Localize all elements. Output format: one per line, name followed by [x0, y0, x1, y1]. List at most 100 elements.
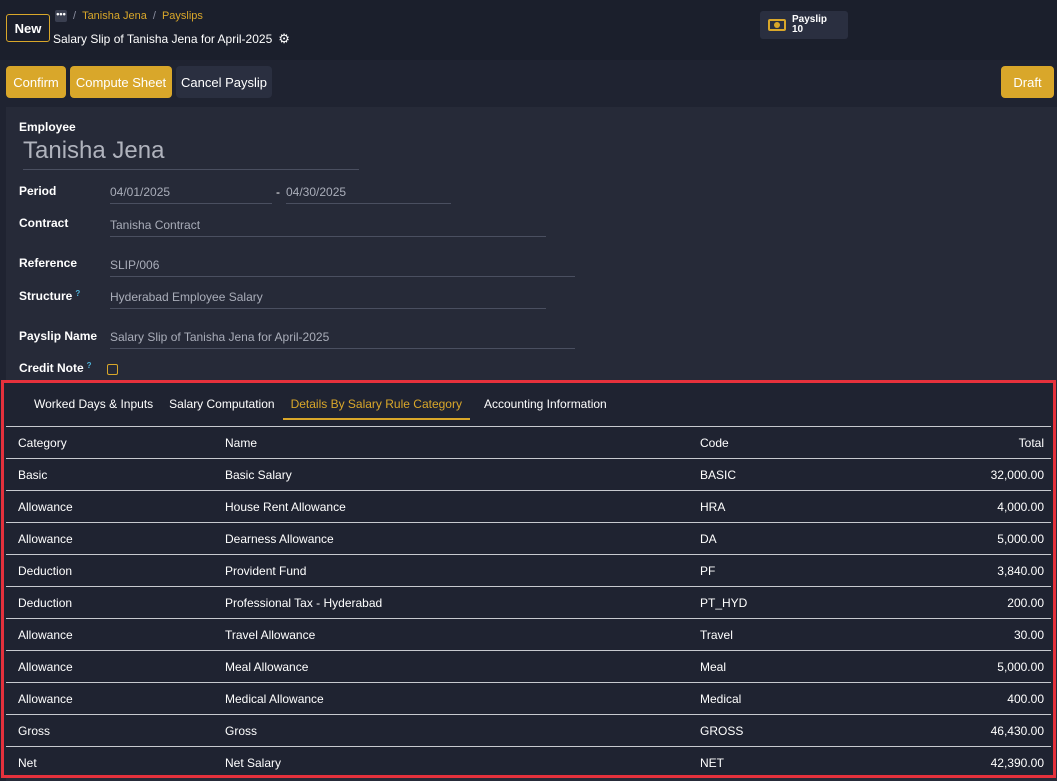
control-panel: New ••• / Tanisha Jena / Payslips Salary… — [0, 0, 1057, 60]
breadcrumb-payslips-link[interactable]: Payslips — [162, 10, 203, 22]
table-row[interactable]: Allowance Travel Allowance Travel 30.00 — [6, 618, 1051, 651]
period-label: Period — [19, 184, 57, 198]
table-row[interactable]: Net Net Salary NET 42,390.00 — [6, 746, 1051, 779]
employee-field[interactable]: Tanisha Jena — [23, 137, 359, 170]
cell-name: Provident Fund — [213, 554, 688, 587]
payslip-name-label: Payslip Name — [19, 329, 98, 343]
structure-label-text: Structure — [19, 289, 73, 303]
cell-total: 200.00 — [948, 586, 1051, 619]
payslip-smart-button[interactable]: Payslip 10 — [760, 11, 848, 39]
contract-label: Contract — [19, 216, 69, 230]
column-header-total[interactable]: Total — [948, 426, 1051, 459]
cell-total: 42,390.00 — [948, 746, 1051, 779]
breadcrumb-separator: / — [73, 10, 77, 22]
table-header-row: Category Name Code Total — [6, 426, 1051, 459]
cell-name: Basic Salary — [213, 458, 688, 491]
contract-field[interactable]: Tanisha Contract — [110, 218, 546, 237]
cell-code: GROSS — [688, 714, 948, 747]
column-header-name[interactable]: Name — [213, 426, 688, 459]
reference-field[interactable]: SLIP/006 — [110, 258, 575, 277]
cell-category: Allowance — [6, 618, 213, 651]
cell-total: 32,000.00 — [948, 458, 1051, 491]
notebook-tabs: Worked Days & Inputs Salary Computation … — [26, 397, 615, 420]
breadcrumb-employee-link[interactable]: Tanisha Jena — [82, 10, 147, 22]
structure-label: Structure? — [19, 289, 80, 303]
table-row[interactable]: Allowance Meal Allowance Meal 5,000.00 — [6, 650, 1051, 683]
employee-label: Employee — [19, 120, 76, 134]
cell-total: 4,000.00 — [948, 490, 1051, 523]
cell-total: 5,000.00 — [948, 650, 1051, 683]
confirm-button[interactable]: Confirm — [6, 66, 66, 98]
tab-worked-days[interactable]: Worked Days & Inputs — [26, 397, 161, 420]
cell-total: 400.00 — [948, 682, 1051, 715]
cell-code: NET — [688, 746, 948, 779]
new-button[interactable]: New — [6, 14, 50, 42]
cell-code: Meal — [688, 650, 948, 683]
cell-name: Travel Allowance — [213, 618, 688, 651]
cell-name: Meal Allowance — [213, 650, 688, 683]
table-row[interactable]: Gross Gross GROSS 46,430.00 — [6, 714, 1051, 747]
smart-button-count: 10 — [792, 24, 804, 35]
cell-name: Medical Allowance — [213, 682, 688, 715]
smart-button-text: Payslip 10 — [792, 15, 827, 35]
cell-category: Deduction — [6, 586, 213, 619]
record-title: Salary Slip of Tanisha Jena for April-20… — [53, 32, 273, 46]
cell-code: Medical — [688, 682, 948, 715]
money-icon — [768, 19, 786, 31]
actions-menu-icon[interactable]: ••• — [55, 10, 67, 22]
cell-category: Net — [6, 746, 213, 779]
cell-total: 30.00 — [948, 618, 1051, 651]
cell-category: Allowance — [6, 490, 213, 523]
table-row[interactable]: Allowance Dearness Allowance DA 5,000.00 — [6, 522, 1051, 555]
cell-name: House Rent Allowance — [213, 490, 688, 523]
cell-code: BASIC — [688, 458, 948, 491]
table-row[interactable]: Allowance Medical Allowance Medical 400.… — [6, 682, 1051, 715]
payslip-name-field[interactable]: Salary Slip of Tanisha Jena for April-20… — [110, 330, 575, 349]
cell-name: Professional Tax - Hyderabad — [213, 586, 688, 619]
table-row[interactable]: Deduction Provident Fund PF 3,840.00 — [6, 554, 1051, 587]
help-icon[interactable]: ? — [87, 361, 92, 370]
table-row[interactable]: Deduction Professional Tax - Hyderabad P… — [6, 586, 1051, 619]
cell-code: DA — [688, 522, 948, 555]
reference-label: Reference — [19, 256, 78, 270]
breadcrumb-separator: / — [152, 10, 156, 22]
cell-code: HRA — [688, 490, 948, 523]
column-header-category[interactable]: Category — [6, 426, 213, 459]
credit-note-label: Credit Note? — [19, 361, 92, 375]
table-row[interactable]: Allowance House Rent Allowance HRA 4,000… — [6, 490, 1051, 523]
cell-total: 5,000.00 — [948, 522, 1051, 555]
cell-category: Allowance — [6, 682, 213, 715]
tab-salary-computation[interactable]: Salary Computation — [161, 397, 282, 420]
record-title-row: Salary Slip of Tanisha Jena for April-20… — [53, 31, 290, 47]
cancel-payslip-button[interactable]: Cancel Payslip — [176, 66, 272, 98]
column-header-code[interactable]: Code — [688, 426, 948, 459]
cell-category: Deduction — [6, 554, 213, 587]
period-to-field[interactable]: 04/30/2025 — [286, 185, 451, 204]
breadcrumb: ••• / Tanisha Jena / Payslips — [55, 10, 203, 22]
cell-category: Basic — [6, 458, 213, 491]
notebook-highlight: Worked Days & Inputs Salary Computation … — [1, 380, 1056, 779]
cell-category: Allowance — [6, 522, 213, 555]
period-from-field[interactable]: 04/01/2025 — [110, 185, 272, 204]
cell-code: Travel — [688, 618, 948, 651]
cell-category: Gross — [6, 714, 213, 747]
cell-category: Allowance — [6, 650, 213, 683]
help-icon[interactable]: ? — [75, 289, 80, 298]
salary-rule-category-table: Category Name Code Total Basic Basic Sal… — [6, 426, 1051, 779]
tab-accounting-information[interactable]: Accounting Information — [470, 397, 615, 420]
period-separator: - — [276, 185, 280, 199]
credit-note-label-text: Credit Note — [19, 361, 84, 375]
gear-icon[interactable]: ⚙ — [278, 31, 290, 47]
cell-name: Gross — [213, 714, 688, 747]
compute-sheet-button[interactable]: Compute Sheet — [70, 66, 172, 98]
cell-code: PF — [688, 554, 948, 587]
cell-total: 46,430.00 — [948, 714, 1051, 747]
credit-note-checkbox[interactable] — [107, 364, 118, 375]
cell-code: PT_HYD — [688, 586, 948, 619]
cell-total: 3,840.00 — [948, 554, 1051, 587]
structure-field[interactable]: Hyderabad Employee Salary — [110, 290, 546, 309]
cell-name: Net Salary — [213, 746, 688, 779]
status-draft-badge[interactable]: Draft — [1001, 66, 1054, 98]
table-row[interactable]: Basic Basic Salary BASIC 32,000.00 — [6, 458, 1051, 491]
tab-details-by-category[interactable]: Details By Salary Rule Category — [282, 397, 470, 420]
